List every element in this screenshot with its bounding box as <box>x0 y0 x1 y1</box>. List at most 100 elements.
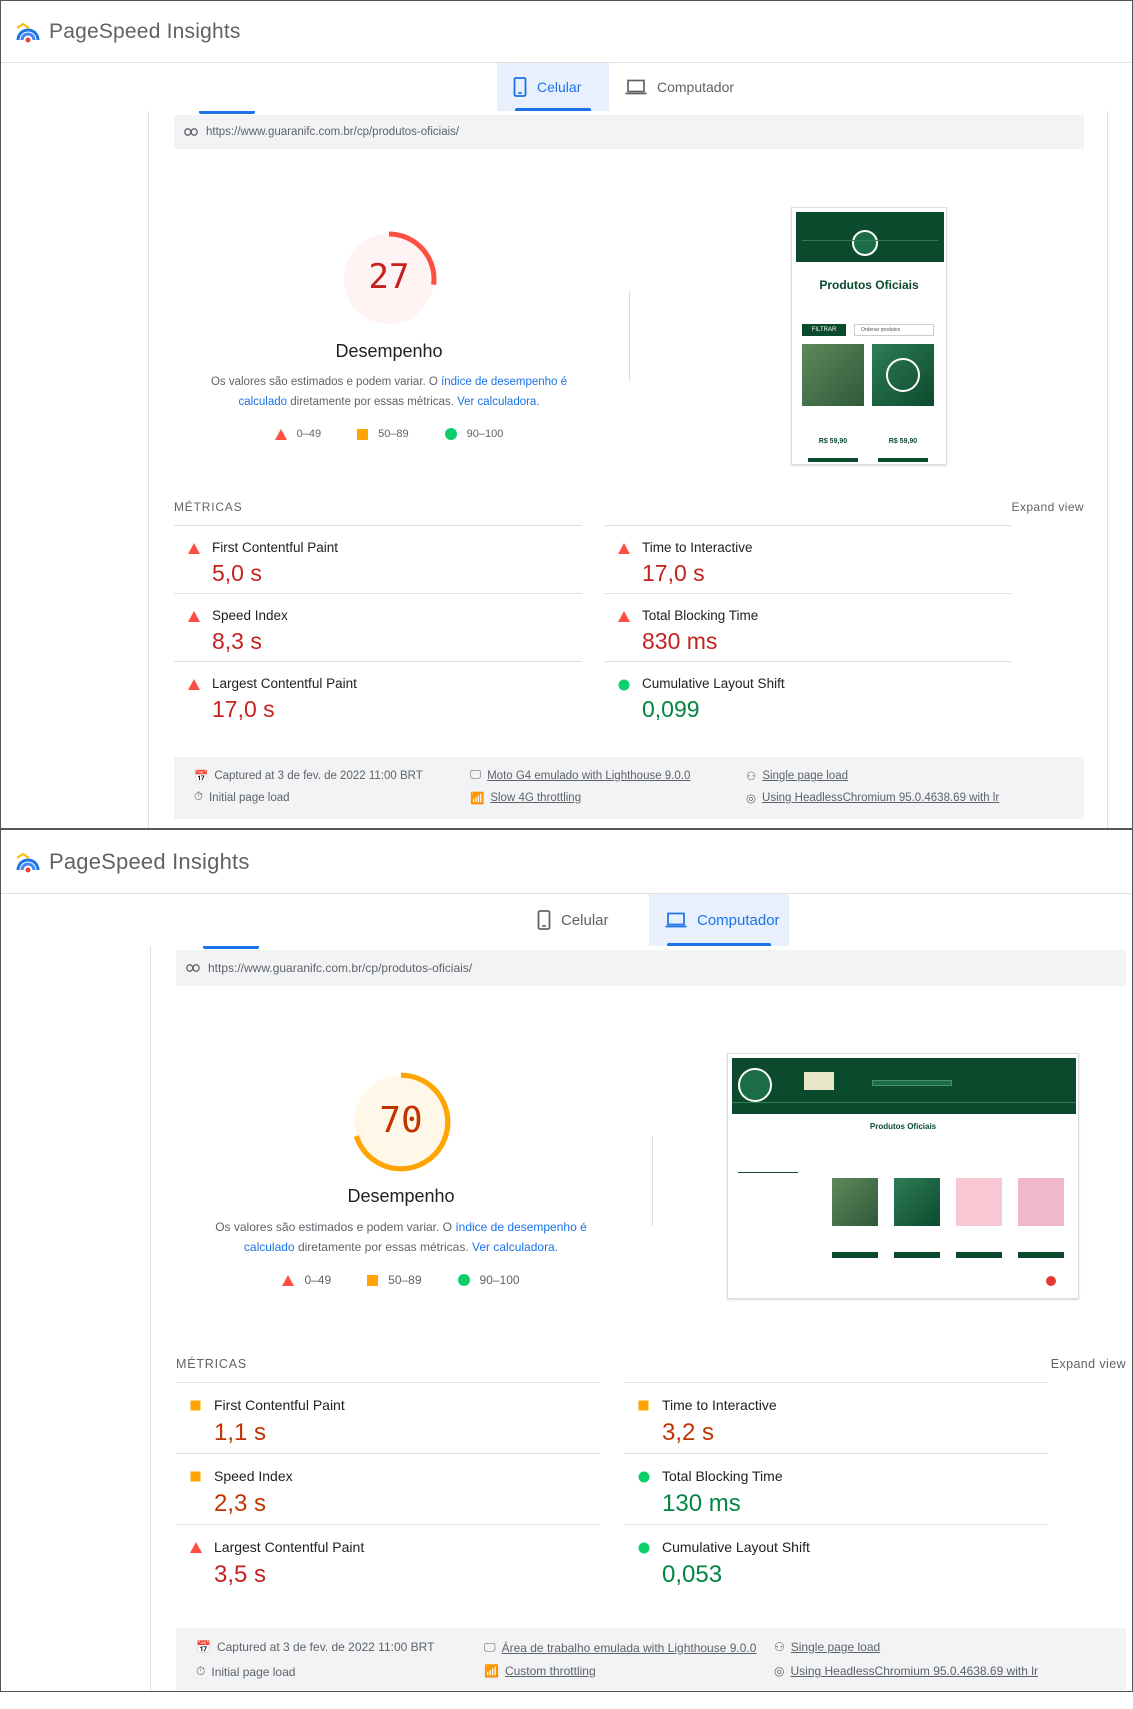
legend-average: 50–89 <box>357 428 409 440</box>
product-image <box>802 344 864 406</box>
metric-label: Largest Contentful Paint <box>212 676 357 691</box>
average-square-icon <box>190 1400 201 1411</box>
metric-label: Largest Contentful Paint <box>214 1539 365 1555</box>
metrics-title: MÉTRICAS <box>176 1357 247 1371</box>
fail-triangle-icon <box>188 679 200 690</box>
laptop-icon <box>625 79 647 95</box>
description-text: Os valores são estimados e podem variar.… <box>215 1220 456 1234</box>
metric-total-blocking-time: Total Blocking Time 130 ms <box>624 1453 1048 1524</box>
page-screenshot: Produtos Oficiais FILTRAR Ordenar produt… <box>791 207 947 465</box>
metrics-title: MÉTRICAS <box>174 500 243 514</box>
chat-bubble-icon <box>1046 1276 1056 1286</box>
throttling-info[interactable]: 📶 Custom throttling <box>484 1664 596 1678</box>
run-details: 📅 Captured at 3 de fev. de 2022 11:00 BRT… <box>176 1628 1126 1690</box>
app-title: PageSpeed Insights <box>49 19 241 43</box>
tab-mobile[interactable]: Celular <box>521 894 649 946</box>
fail-triangle-icon <box>188 543 200 554</box>
metric-value: 17,0 s <box>212 696 275 722</box>
legend-average-label: 50–89 <box>388 1273 422 1287</box>
pass-circle-icon <box>638 1471 650 1483</box>
product-image <box>894 1178 940 1226</box>
score-description: Os valores são estimados e podem variar.… <box>196 1217 606 1257</box>
device-text: Área de trabalho emulada with Lighthouse… <box>501 1640 757 1655</box>
legend-average-label: 50–89 <box>378 428 409 440</box>
triangle-icon <box>282 1274 295 1286</box>
score-label: Desempenho <box>347 1186 455 1206</box>
fail-triangle-icon <box>190 1542 202 1553</box>
description-text-2: diretamente por essas métricas. <box>287 396 458 408</box>
single-load-info[interactable]: ⚇ Single page load <box>774 1640 880 1654</box>
browser-info[interactable]: ◎ Using HeadlessChromium 95.0.4638.69 wit… <box>774 1664 1038 1678</box>
throttling-info[interactable]: 📶 Slow 4G throttling <box>470 791 581 805</box>
calculator-link[interactable]: Ver calculadora. <box>457 396 539 408</box>
score-value: 70 <box>379 1100 423 1141</box>
metric-first-contentful-paint: First Contentful Paint 5,0 s <box>174 525 582 593</box>
wifi-icon: 📶 <box>484 1664 499 1678</box>
tab-desktop[interactable]: Computador <box>649 894 789 946</box>
metric-label: Cumulative Layout Shift <box>642 676 785 691</box>
initial-load-text: Initial page load <box>211 1664 296 1679</box>
tab-indicator <box>199 111 255 114</box>
site-filter-button: FILTRAR <box>802 324 846 336</box>
metric-total-blocking-time: Total Blocking Time 830 ms <box>604 593 1012 661</box>
expand-view-button[interactable]: Expand view <box>1012 500 1084 514</box>
link-icon <box>186 964 200 972</box>
mobile-report-panel: PageSpeed Insights Celular Computador ht… <box>0 0 1133 829</box>
throttling-text: Slow 4G throttling <box>490 792 582 804</box>
score-label: Desempenho <box>335 341 443 361</box>
metric-value: 17,0 s <box>642 560 705 586</box>
square-icon <box>357 428 369 440</box>
tab-indicator <box>203 946 259 949</box>
metric-label: Total Blocking Time <box>642 608 759 623</box>
site-header <box>796 212 944 262</box>
tab-mobile[interactable]: Celular <box>497 63 609 111</box>
calendar-icon: 📅 <box>196 1640 211 1654</box>
tab-mobile-label: Celular <box>537 79 582 95</box>
browser-info[interactable]: ◎ Using HeadlessChromium 95.0.4638.69 wit… <box>746 791 999 805</box>
captured-info: 📅 Captured at 3 de fev. de 2022 11:00 BRT <box>194 769 423 783</box>
app-header: PageSpeed Insights <box>1 1 1132 63</box>
expand-view-button[interactable]: Expand view <box>1051 1357 1126 1371</box>
browser-text: Using HeadlessChromium 95.0.4638.69 with… <box>762 792 1000 804</box>
tab-mobile-label: Celular <box>561 911 609 929</box>
calculator-link[interactable]: Ver calculadora. <box>472 1240 558 1254</box>
product-image <box>1018 1178 1064 1226</box>
metric-largest-contentful-paint: Largest Contentful Paint 3,5 s <box>176 1524 600 1595</box>
legend-pass-label: 90–100 <box>479 1273 520 1287</box>
metrics-header: MÉTRICAS Expand view <box>174 500 1084 514</box>
description-text-2: diretamente por essas métricas. <box>294 1240 473 1254</box>
device-info[interactable]: 🖵 Área de trabalho emulada with Lighthous… <box>484 1640 756 1655</box>
metric-label: Speed Index <box>212 608 288 623</box>
tab-desktop[interactable]: Computador <box>609 63 749 111</box>
legend-fail: 0–49 <box>282 1273 331 1287</box>
metric-speed-index: Speed Index 2,3 s <box>176 1453 600 1524</box>
legend-pass: 90–100 <box>457 1273 520 1287</box>
initial-load-info: ⏱ Initial page load <box>194 791 290 804</box>
metric-value: 3,2 s <box>662 1419 715 1446</box>
score-value: 27 <box>368 257 410 297</box>
metric-cumulative-layout-shift: Cumulative Layout Shift 0,099 <box>604 661 1012 729</box>
people-icon: ⚇ <box>774 1640 785 1654</box>
square-icon <box>367 1274 379 1286</box>
divider <box>652 1136 653 1226</box>
product-price: R$ 59,90 <box>888 438 918 445</box>
link-icon <box>184 128 198 136</box>
device-tabs: Celular Computador <box>521 894 789 946</box>
app-title: PageSpeed Insights <box>49 848 250 874</box>
description-text: Os valores são estimados e podem variar.… <box>210 376 442 388</box>
score-gauge: 27 Desempenho Os valores são estimados e… <box>194 229 584 440</box>
initial-load-info: ⏱ Initial page load <box>196 1664 295 1679</box>
club-crest-icon <box>738 1068 772 1102</box>
device-info[interactable]: 🖵 Moto G4 emulado with Lighthouse 9.0.0 <box>470 769 690 782</box>
triangle-icon <box>274 428 287 440</box>
metric-label: Time to Interactive <box>642 540 753 555</box>
single-load-info[interactable]: ⚇ Single page load <box>746 769 848 783</box>
metric-label: Cumulative Layout Shift <box>662 1539 810 1555</box>
site-page-title: Produtos Oficiais <box>869 1122 937 1131</box>
pass-circle-icon <box>618 679 630 691</box>
legend-pass: 90–100 <box>444 428 503 440</box>
divider <box>629 291 630 381</box>
legend-average: 50–89 <box>367 1273 422 1287</box>
chromium-icon: ◎ <box>746 793 757 805</box>
legend-fail-label: 0–49 <box>304 1273 332 1287</box>
